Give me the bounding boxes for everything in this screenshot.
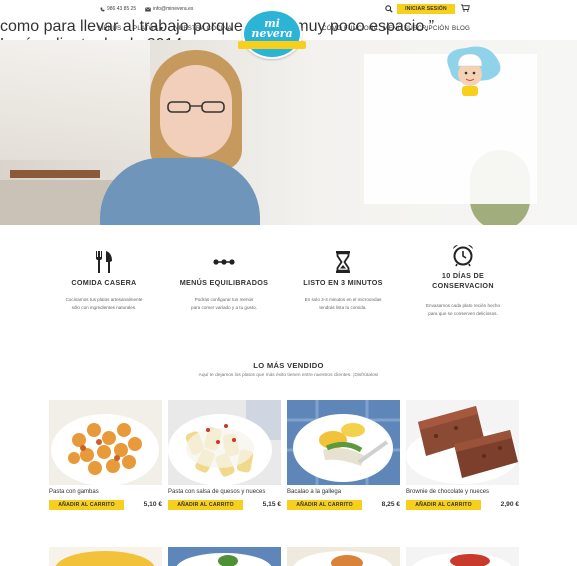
product-image[interactable] <box>287 547 400 566</box>
product-name[interactable]: Brownie de chocolate y nueces <box>406 489 519 495</box>
product-price: 8,25 € <box>381 501 400 508</box>
bestsellers-subtitle: Aquí te dejamos los platos que más éxito… <box>198 373 379 378</box>
feature-desc-line: sólo con ingredientes naturales. <box>71 305 137 310</box>
login-button[interactable]: INICIAR SESIÓN <box>397 4 455 14</box>
add-to-cart-button[interactable]: AÑADIR AL CARRITO <box>168 500 243 510</box>
feature-title-line: CONSERVACION <box>432 281 494 290</box>
feature-desc-line: Podrás configurar tus menús <box>194 297 254 302</box>
add-to-cart-button[interactable]: AÑADIR AL CARRITO <box>49 500 124 510</box>
hourglass-icon <box>336 251 350 273</box>
feature-desc-line: tendrás lista tu comida. <box>319 305 367 310</box>
product-image[interactable] <box>406 547 519 566</box>
cutlery-icon <box>96 251 112 273</box>
site-logo[interactable]: mi nevera <box>238 9 306 61</box>
nav-blog[interactable]: BLOG <box>452 25 470 32</box>
balance-dots-icon <box>213 259 235 265</box>
phone-icon <box>100 7 105 11</box>
cart-button[interactable] <box>461 4 470 12</box>
logo-ribbon <box>238 41 306 49</box>
feature-desc-line: En solo 3-4 minutos en el microondas <box>304 297 382 302</box>
nav-nuestra-cocina[interactable]: NUESTRA COCINA <box>174 25 232 32</box>
hero-person-shirt <box>100 158 260 225</box>
add-to-cart-button[interactable]: AÑADIR AL CARRITO <box>406 500 481 510</box>
product-image[interactable] <box>49 547 162 566</box>
logo-wordmark: mi nevera <box>238 18 306 40</box>
feature-title: COMIDA CASERA <box>71 278 137 287</box>
feature-desc-line: Cocinamos tus platos artesanalmente <box>65 297 143 302</box>
cart-icon <box>461 4 470 12</box>
product-name[interactable]: Pasta con salsa de quesos y nueces <box>168 489 281 495</box>
feature-title: MENÚS EQUILIBRADOS <box>179 278 269 287</box>
add-to-cart-button[interactable]: AÑADIR AL CARRITO <box>287 500 362 510</box>
search-icon <box>385 5 393 13</box>
email-contact[interactable]: info@minevera.es <box>145 6 193 12</box>
hero-window <box>0 40 150 160</box>
search-button[interactable] <box>385 5 393 13</box>
hero-shelf <box>10 170 100 178</box>
chevron-down-icon: ▾ <box>158 25 164 32</box>
feature-desc-line: para comer variado y a tu gusto. <box>191 305 257 310</box>
hero-person-glasses <box>167 101 225 113</box>
feature-desc-line: Envasamos cada plato recién hecho <box>425 303 501 308</box>
alarm-clock-icon <box>453 245 473 267</box>
product-image[interactable] <box>49 400 162 485</box>
feature-title: 10 DÍAS DE CONSERVACION <box>413 271 513 291</box>
phone-number: 986 43 85 25 <box>107 6 137 12</box>
feature-title-line: 10 DÍAS DE <box>441 271 485 280</box>
nav-menu-suscripcion[interactable]: MENÚ SUSCRIPCIÓN <box>383 25 449 32</box>
product-price: 2,90 € <box>500 501 519 508</box>
nav-platos[interactable]: PLATOS ▾ <box>133 25 163 32</box>
product-price: 5,10 € <box>143 501 162 508</box>
product-image[interactable] <box>168 400 281 485</box>
phone-contact[interactable]: 986 43 85 25 <box>100 6 136 12</box>
nav-como-funciona[interactable]: CÓMO FUNCIONA <box>322 25 378 32</box>
nav-platos-label: PLATOS <box>133 25 159 32</box>
chef-mascot-icon <box>447 46 501 96</box>
email-address: info@minevera.es <box>153 6 194 12</box>
product-name[interactable]: Bacalao a la gallega <box>287 489 400 495</box>
logo-line-2: nevera <box>251 27 293 40</box>
product-name[interactable]: Pasta con gambas <box>49 489 162 495</box>
nav-menus[interactable]: MENÚS <box>98 25 121 32</box>
product-price: 5,15 € <box>262 501 281 508</box>
product-image[interactable] <box>406 400 519 485</box>
feature-title: LISTO EN 3 MINUTOS <box>303 278 383 287</box>
envelope-icon <box>145 6 151 11</box>
bestsellers-title: LO MÁS VENDIDO <box>253 361 324 370</box>
product-image[interactable] <box>168 547 281 566</box>
product-image[interactable] <box>287 400 400 485</box>
feature-desc-line: para que se conserven deliciosos. <box>428 311 498 316</box>
